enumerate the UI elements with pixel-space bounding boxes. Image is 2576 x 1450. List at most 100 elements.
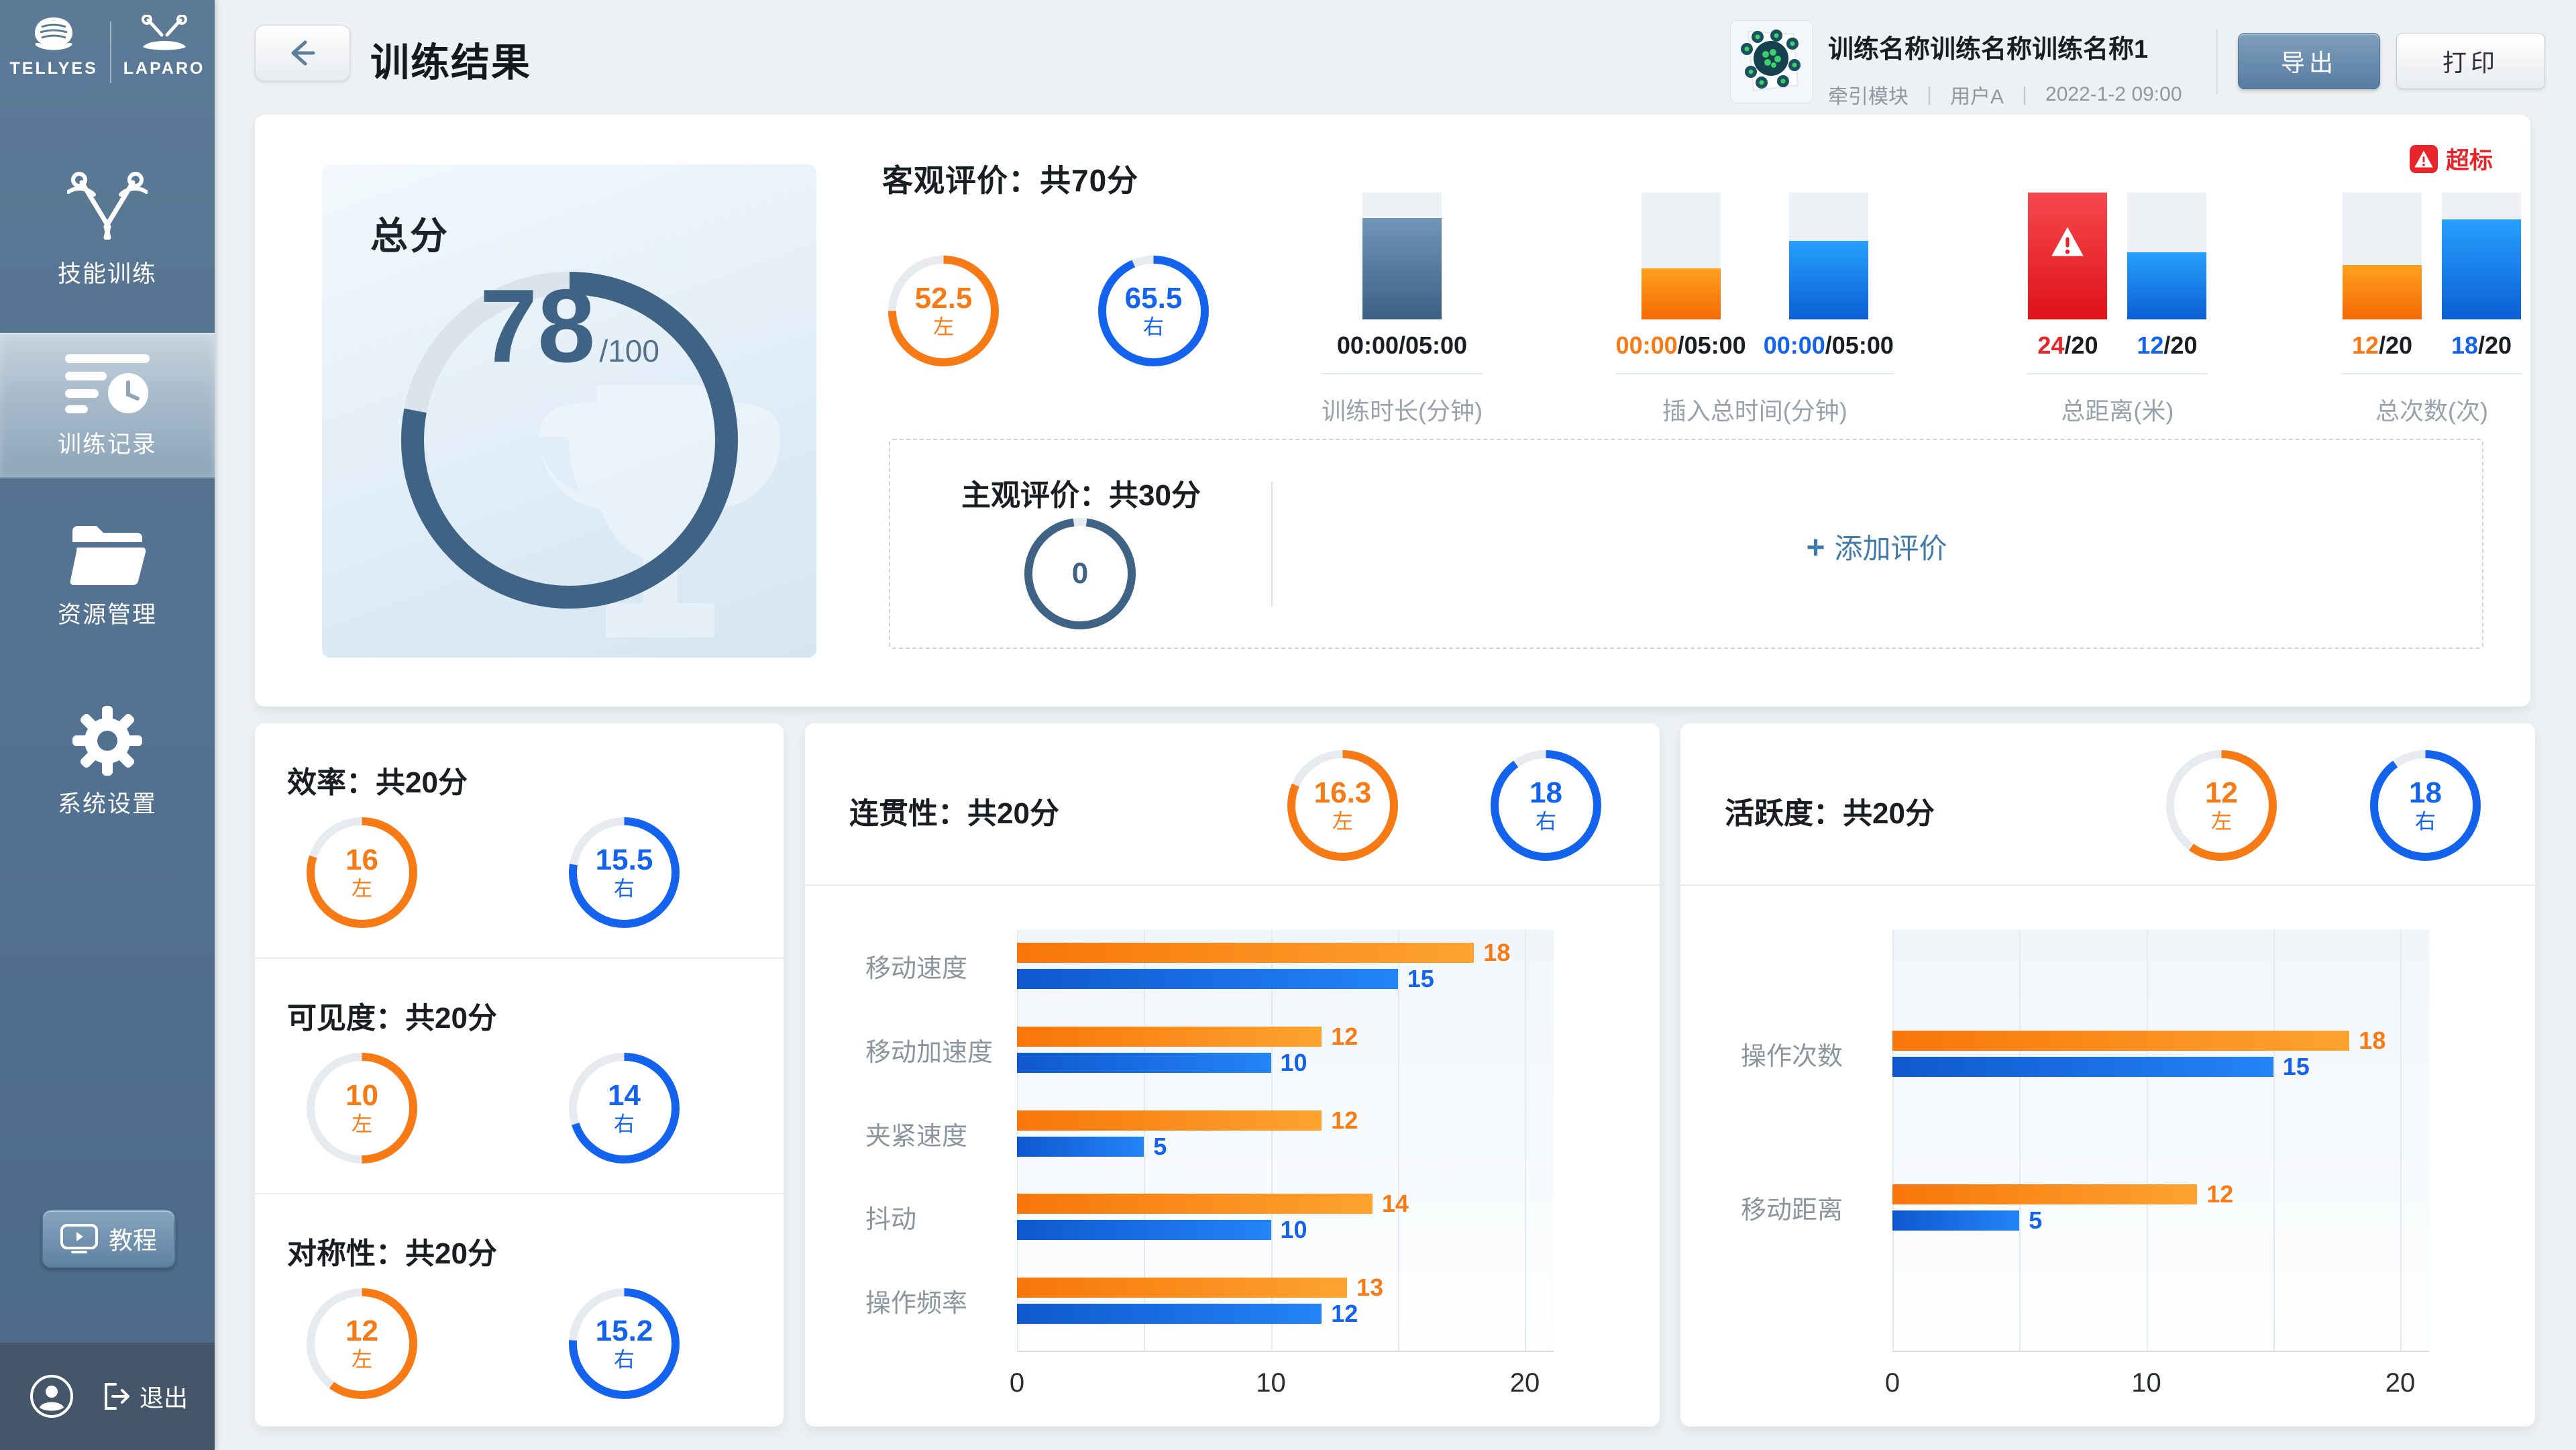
gauge-value: 10	[345, 1080, 378, 1111]
over-limit-label: 超标	[2446, 142, 2493, 176]
efficiency-right-gauge: 15.5右	[569, 817, 680, 928]
section-heading: 对称性：共20分	[287, 1229, 497, 1272]
scores-card: 效率：共20分 16左 15.5右 可见度：共20分 10左	[255, 723, 784, 1427]
meta-separator: 丨	[1919, 80, 1939, 109]
gauge-sublabel: 左	[2211, 811, 2232, 833]
logout-icon	[102, 1382, 131, 1411]
total-score-value: 78	[480, 272, 595, 381]
coherence-heading: 连贯性：共20分	[849, 789, 1059, 832]
export-button[interactable]: 导出	[2238, 33, 2380, 89]
visibility-section: 可见度：共20分 10左 14右	[255, 957, 784, 1193]
training-module-image	[1731, 21, 1811, 101]
print-button[interactable]: 打印	[2396, 33, 2545, 89]
subjective-gauge: 0	[1024, 518, 1136, 629]
metric-group-name: 总距离(米)	[2061, 392, 2174, 427]
metric-bar: 24/20	[2027, 193, 2108, 360]
training-thumbnail	[1730, 20, 1813, 103]
user-avatar-icon[interactable]	[30, 1374, 74, 1418]
sidebar-item-system-settings[interactable]: 系统设置	[0, 699, 215, 826]
sidebar: TELLYES LAPARO	[0, 0, 215, 1449]
objective-left-gauge: 52.5 左	[888, 256, 999, 366]
gauge-sublabel: 右	[2415, 811, 2436, 833]
activity-card: 活跃度：共20分 12左 18右 操作次数 1815 移动距离	[1680, 723, 2535, 1427]
main-area: 训练结果 训练名称训练名称训练名称1 牵引模块 丨 用户A 丨 2022-1-2…	[215, 0, 2576, 1449]
logo-divider	[110, 21, 111, 83]
efficiency-left-gauge: 16左	[307, 817, 417, 928]
metric-bar: 12/20	[2341, 193, 2423, 360]
sidebar-footer: 退出	[0, 1342, 215, 1450]
total-score-tile: 总分 78 /100	[322, 164, 816, 658]
metric-bar: 18/20	[2440, 193, 2522, 360]
chart-row: 移动距离 125	[1741, 1184, 2492, 1231]
gauge-value: 0	[1072, 558, 1088, 589]
back-button[interactable]	[255, 25, 350, 81]
total-score-max: /100	[599, 335, 659, 367]
folder-icon	[68, 525, 146, 586]
chart-x-axis: 01020	[1892, 1368, 2429, 1408]
chart-rows: 移动速度 1815 移动加速度 1210 夹紧速度 125 抖动 1410 操作…	[865, 930, 1617, 1351]
symmetry-section: 对称性：共20分 12左 15.2右	[255, 1193, 784, 1429]
metric-group-count: 12/20 18/20 总次数(次)	[2341, 193, 2522, 427]
tellyes-logo-icon	[32, 15, 75, 55]
gauge-sublabel: 右	[614, 878, 635, 900]
forceps-icon	[67, 172, 148, 246]
gauge-sublabel: 右	[614, 1349, 635, 1371]
metric-group-duration: 00:00/05:00 训练时长(分钟)	[1322, 193, 1483, 427]
add-evaluation-button[interactable]: +添加评价	[1271, 526, 2482, 567]
laparo-logo: LAPARO	[123, 15, 205, 79]
total-score-label: 总分	[370, 206, 449, 260]
gauge-sublabel: 左	[352, 878, 372, 900]
section-heading: 效率：共20分	[287, 758, 468, 801]
meta-separator: 丨	[2015, 80, 2035, 109]
gauge-sublabel: 左	[352, 1349, 372, 1371]
objective-right-gauge: 65.5 右	[1098, 256, 1209, 366]
metric-group-name: 插入总时间(分钟)	[1662, 392, 1847, 427]
metric-group-insert-time: 00:00/05:00 00:00/05:00 插入总时间(分钟)	[1616, 193, 1894, 427]
gauge-value: 15.2	[596, 1316, 653, 1347]
records-clock-icon	[64, 352, 151, 416]
sidebar-item-training-records[interactable]: 训练记录	[0, 333, 215, 478]
metric-bar: 00:00/05:00	[1616, 193, 1746, 360]
add-evaluation-label: 添加评价	[1835, 533, 1947, 564]
tutorial-button[interactable]: 教程	[42, 1209, 176, 1268]
coherence-card: 连贯性：共20分 16.3左 18右 移动速度 1815 移动加速度	[805, 723, 1660, 1427]
gauge-value: 15.5	[596, 845, 653, 876]
summary-card: 总分 78 /100 客观评价：共70分 52.5 左	[255, 115, 2530, 707]
gauge-value: 14	[608, 1080, 641, 1111]
activity-right-gauge: 18右	[2370, 750, 2481, 861]
gauge-sublabel: 左	[933, 317, 954, 339]
coherence-right-gauge: 18右	[1491, 750, 1601, 861]
metric-group-distance: 24/20 12/20 总距离(米)	[2027, 193, 2208, 427]
activity-heading: 活跃度：共20分	[1725, 789, 1935, 832]
gauge-sublabel: 左	[1332, 811, 1353, 833]
metric-group-name: 总次数(次)	[2375, 392, 2488, 427]
sidebar-item-label: 资源管理	[58, 596, 157, 630]
activity-chart: 操作次数 1815 移动距离 125 01020	[1680, 930, 2535, 1413]
brand-logos: TELLYES LAPARO	[0, 15, 215, 83]
sidebar-item-skill-training[interactable]: 技能训练	[0, 161, 215, 300]
laparo-logo-text: LAPARO	[123, 59, 205, 79]
gauge-value: 18	[1529, 778, 1562, 809]
sidebar-item-label: 训练记录	[58, 425, 157, 460]
gauge-sublabel: 右	[1143, 317, 1164, 339]
chart-row: 移动速度 1815	[865, 943, 1617, 989]
logout-button[interactable]: 退出	[102, 1379, 188, 1414]
section-heading: 可见度：共20分	[287, 994, 497, 1037]
laparo-logo-icon	[139, 15, 190, 55]
sidebar-item-resource-management[interactable]: 资源管理	[0, 518, 215, 637]
gauge-value: 16	[345, 845, 378, 876]
total-score-gauge: 78 /100	[401, 272, 738, 609]
logout-label: 退出	[140, 1379, 188, 1414]
chart-row: 操作频率 1312	[865, 1278, 1617, 1324]
page-title: 训练结果	[370, 31, 531, 87]
objective-metrics: 00:00/05:00 训练时长(分钟) 00:00/05:00 00:00/0…	[1322, 193, 2522, 427]
efficiency-section: 效率：共20分 16左 15.5右	[255, 723, 784, 957]
coherence-chart: 移动速度 1815 移动加速度 1210 夹紧速度 125 抖动 1410 操作…	[805, 930, 1660, 1413]
session-module: 牵引模块	[1828, 80, 1909, 109]
tellyes-logo-text: TELLYES	[10, 59, 98, 79]
over-limit-badge: 超标	[2410, 142, 2493, 176]
tutorial-button-label: 教程	[109, 1221, 157, 1256]
chart-x-axis: 01020	[1017, 1368, 1554, 1408]
subjective-heading: 主观评价：共30分	[961, 471, 1201, 514]
gauge-value: 65.5	[1125, 283, 1183, 314]
